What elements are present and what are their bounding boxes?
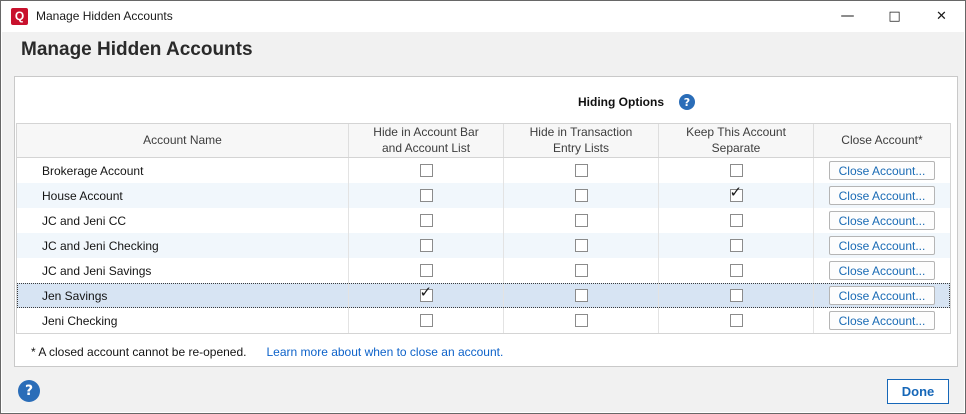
hiding-options-label: Hiding Options — [578, 95, 664, 109]
hide-account-bar-checkbox[interactable] — [420, 164, 433, 177]
keep-separate-checkbox[interactable] — [730, 264, 743, 277]
hide-account-bar-cell — [349, 233, 504, 258]
hide-transaction-checkbox[interactable] — [575, 289, 588, 302]
hide-account-bar-checkbox[interactable] — [420, 264, 433, 277]
closed-account-footnote: * A closed account cannot be re-opened. — [31, 345, 247, 359]
hide-account-bar-checkbox[interactable] — [420, 289, 433, 302]
hide-account-bar-cell — [349, 208, 504, 233]
keep-separate-cell — [659, 283, 814, 308]
hide-transaction-checkbox[interactable] — [575, 239, 588, 252]
table-header-row: Account Name Hide in Account Bar and Acc… — [17, 124, 950, 158]
quicken-logo-icon: Q — [11, 8, 28, 25]
page-title: Manage Hidden Accounts — [21, 39, 253, 61]
hide-account-bar-checkbox[interactable] — [420, 214, 433, 227]
keep-separate-checkbox[interactable] — [730, 189, 743, 202]
hide-transaction-cell — [504, 158, 659, 183]
hide-transaction-checkbox[interactable] — [575, 189, 588, 202]
help-icon[interactable]: ? — [18, 380, 40, 402]
account-name: JC and Jeni Savings — [17, 258, 349, 283]
close-account-cell: Close Account... — [814, 283, 950, 308]
accounts-table: Account Name Hide in Account Bar and Acc… — [16, 123, 951, 334]
maximize-icon[interactable]: □ — [871, 1, 918, 31]
close-account-button[interactable]: Close Account... — [829, 211, 935, 230]
column-header-account-name: Account Name — [17, 124, 349, 157]
column-header-keep-separate: Keep This Account Separate — [659, 124, 814, 157]
dialog-body: Manage Hidden Accounts Hiding Options ? … — [2, 32, 964, 412]
hide-account-bar-cell — [349, 308, 504, 333]
window-controls: — □ ✕ — [824, 1, 965, 31]
table-row[interactable]: JC and Jeni Savings Close Account... — [17, 258, 950, 283]
close-account-cell: Close Account... — [814, 258, 950, 283]
close-account-button[interactable]: Close Account... — [829, 186, 935, 205]
table-row[interactable]: JC and Jeni CC Close Account... — [17, 208, 950, 233]
account-name: Jeni Checking — [17, 308, 349, 333]
hide-account-bar-checkbox[interactable] — [420, 239, 433, 252]
column-header-hide-transaction: Hide in Transaction Entry Lists — [504, 124, 659, 157]
manage-hidden-accounts-window: Q Manage Hidden Accounts — □ ✕ Manage Hi… — [0, 0, 966, 414]
hide-account-bar-cell — [349, 258, 504, 283]
keep-separate-cell — [659, 183, 814, 208]
close-account-button[interactable]: Close Account... — [829, 261, 935, 280]
table-row[interactable]: Jeni Checking Close Account... — [17, 308, 950, 333]
hide-transaction-checkbox[interactable] — [575, 314, 588, 327]
hide-transaction-checkbox[interactable] — [575, 164, 588, 177]
account-name: Jen Savings — [17, 283, 349, 308]
hide-transaction-cell — [504, 233, 659, 258]
table-row[interactable]: JC and Jeni Checking Close Account... — [17, 233, 950, 258]
learn-more-link[interactable]: Learn more about when to close an accoun… — [267, 345, 504, 359]
hide-transaction-cell — [504, 183, 659, 208]
keep-separate-cell — [659, 233, 814, 258]
keep-separate-cell — [659, 208, 814, 233]
minimize-icon[interactable]: — — [824, 1, 871, 31]
close-account-cell: Close Account... — [814, 308, 950, 333]
account-name: JC and Jeni CC — [17, 208, 349, 233]
keep-separate-checkbox[interactable] — [730, 289, 743, 302]
title-bar: Q Manage Hidden Accounts — □ ✕ — [1, 1, 965, 31]
footnote-row: * A closed account cannot be re-opened. … — [31, 345, 503, 359]
hiding-options-panel: Hiding Options ? Account Name Hide in Ac… — [14, 76, 958, 367]
hide-transaction-cell — [504, 258, 659, 283]
keep-separate-checkbox[interactable] — [730, 239, 743, 252]
close-account-cell: Close Account... — [814, 158, 950, 183]
column-header-hide-account-bar: Hide in Account Bar and Account List — [349, 124, 504, 157]
close-account-cell: Close Account... — [814, 233, 950, 258]
hide-account-bar-cell — [349, 283, 504, 308]
keep-separate-checkbox[interactable] — [730, 314, 743, 327]
table-row[interactable]: Brokerage Account Close Account... — [17, 158, 950, 183]
column-header-close-account: Close Account* — [814, 124, 950, 157]
close-account-button[interactable]: Close Account... — [829, 161, 935, 180]
hide-transaction-cell — [504, 308, 659, 333]
account-name: JC and Jeni Checking — [17, 233, 349, 258]
keep-separate-cell — [659, 258, 814, 283]
table-row[interactable]: House Account Close Account... — [17, 183, 950, 208]
close-account-button[interactable]: Close Account... — [829, 236, 935, 255]
hide-transaction-checkbox[interactable] — [575, 214, 588, 227]
done-button[interactable]: Done — [887, 379, 949, 404]
hide-account-bar-checkbox[interactable] — [420, 314, 433, 327]
hiding-options-help-icon[interactable]: ? — [679, 94, 695, 110]
hide-transaction-checkbox[interactable] — [575, 264, 588, 277]
hide-account-bar-checkbox[interactable] — [420, 189, 433, 202]
hide-account-bar-cell — [349, 183, 504, 208]
hide-account-bar-cell — [349, 158, 504, 183]
close-account-cell: Close Account... — [814, 183, 950, 208]
keep-separate-checkbox[interactable] — [730, 214, 743, 227]
close-account-button[interactable]: Close Account... — [829, 286, 935, 305]
account-table-body: Brokerage Account Close Account... House… — [17, 158, 950, 333]
keep-separate-cell — [659, 158, 814, 183]
hiding-options-header: Hiding Options ? — [578, 94, 695, 110]
keep-separate-checkbox[interactable] — [730, 164, 743, 177]
hide-transaction-cell — [504, 283, 659, 308]
keep-separate-cell — [659, 308, 814, 333]
account-name: Brokerage Account — [17, 158, 349, 183]
account-name: House Account — [17, 183, 349, 208]
table-row[interactable]: Jen Savings Close Account... — [17, 283, 950, 308]
close-account-button[interactable]: Close Account... — [829, 311, 935, 330]
window-title: Manage Hidden Accounts — [36, 9, 173, 23]
close-account-cell: Close Account... — [814, 208, 950, 233]
close-icon[interactable]: ✕ — [918, 1, 965, 31]
hide-transaction-cell — [504, 208, 659, 233]
